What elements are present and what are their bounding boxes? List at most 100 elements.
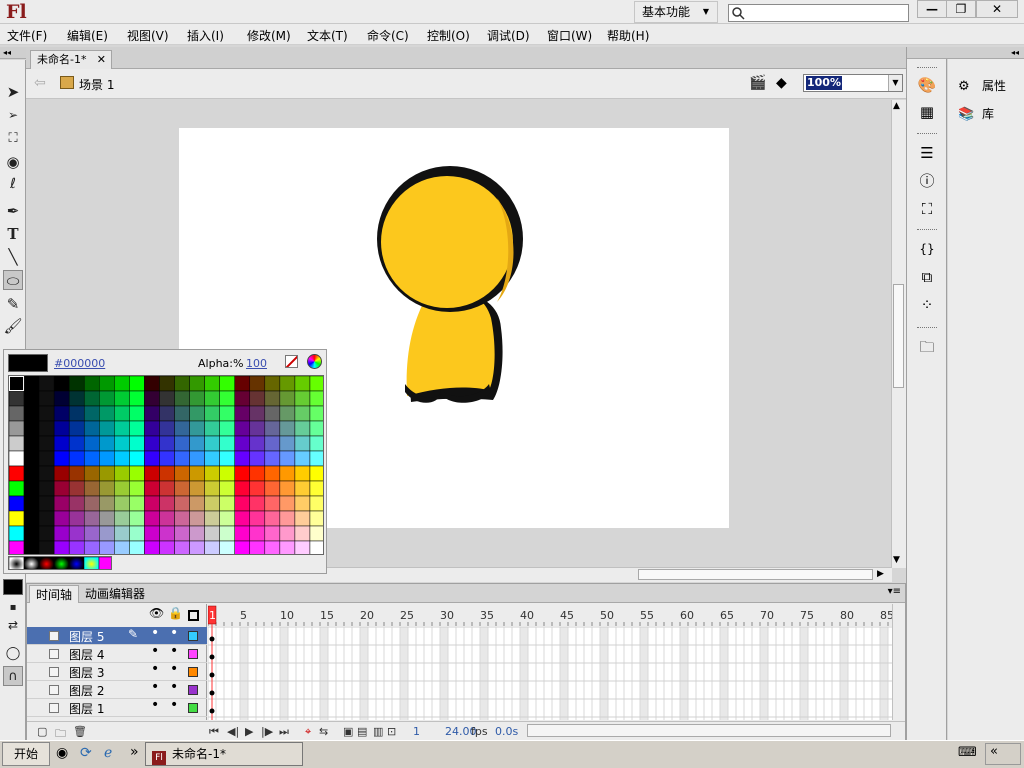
color-cell[interactable] — [159, 465, 175, 482]
color-cell[interactable] — [129, 376, 145, 392]
color-cell[interactable] — [264, 435, 281, 452]
layer-row[interactable]: 图层 4 • • — [27, 643, 207, 663]
color-cell[interactable] — [264, 405, 281, 422]
menu-debug[interactable]: 调试(D) — [487, 27, 530, 44]
color-cell[interactable] — [9, 435, 25, 452]
color-cell[interactable] — [114, 435, 130, 452]
color-cell[interactable] — [174, 465, 190, 482]
color-cell[interactable] — [204, 376, 220, 392]
color-cell[interactable] — [204, 435, 220, 452]
color-cell[interactable] — [38, 450, 55, 467]
color-cell[interactable] — [219, 405, 235, 422]
layer-name[interactable]: 图层 1 — [69, 700, 104, 717]
close-button[interactable]: ✕ — [976, 0, 1018, 18]
edit-symbols-icon[interactable]: ◆ — [776, 75, 787, 91]
color-cell[interactable] — [294, 405, 311, 422]
color-cell[interactable] — [309, 420, 324, 437]
timeline-tab[interactable]: 时间轴 — [29, 585, 80, 603]
color-cell[interactable] — [83, 376, 100, 392]
color-cell[interactable] — [219, 450, 235, 467]
swatches-panel-icon[interactable]: ▦ — [917, 102, 937, 122]
color-cell[interactable] — [309, 435, 324, 452]
color-cell[interactable] — [309, 450, 324, 467]
onion-outline-icon[interactable]: ▤ — [357, 725, 367, 738]
panel-grip[interactable] — [917, 327, 937, 330]
color-cell[interactable] — [249, 525, 266, 542]
color-cell[interactable] — [189, 405, 205, 422]
color-cell[interactable] — [279, 495, 296, 512]
color-cell[interactable] — [129, 510, 145, 527]
color-cell[interactable] — [159, 450, 175, 467]
layer-outline-color[interactable] — [188, 649, 198, 659]
project-panel-icon[interactable]: 🗀 — [917, 337, 937, 357]
toolbox-collapse[interactable]: ◂◂ — [0, 47, 26, 59]
color-cell[interactable] — [309, 390, 324, 407]
color-cell[interactable] — [114, 420, 130, 437]
color-cell[interactable] — [159, 480, 175, 497]
loop-icon[interactable]: ⇆ — [319, 725, 328, 738]
color-cell[interactable] — [38, 420, 55, 437]
color-cell[interactable] — [234, 510, 251, 527]
color-cell[interactable] — [294, 390, 311, 407]
color-cell[interactable] — [174, 376, 190, 392]
color-cell[interactable] — [159, 540, 175, 555]
color-cell[interactable] — [174, 450, 190, 467]
color-cell[interactable] — [189, 495, 205, 512]
color-cell[interactable] — [53, 420, 70, 437]
color-cell[interactable] — [294, 525, 311, 542]
color-cell[interactable] — [83, 435, 100, 452]
timeline-horizontal-scrollbar[interactable] — [527, 724, 891, 737]
color-cell[interactable] — [309, 480, 324, 497]
color-cell[interactable] — [83, 450, 100, 467]
color-cell[interactable] — [264, 390, 281, 407]
color-cell[interactable] — [174, 405, 190, 422]
show-hide-eye-icon[interactable]: 👁 — [149, 606, 164, 620]
motion-presets-icon[interactable]: ⁘ — [917, 295, 937, 315]
ie-icon[interactable]: ℯ — [104, 745, 112, 761]
color-cell[interactable] — [99, 525, 115, 542]
color-cell[interactable] — [99, 450, 115, 467]
brush-tool-icon[interactable]: 🖌 — [3, 316, 23, 336]
panel-grip[interactable] — [917, 67, 937, 70]
color-cell[interactable] — [249, 480, 266, 497]
color-cell[interactable] — [249, 540, 266, 555]
keyframe[interactable] — [209, 654, 215, 660]
subselection-tool-icon[interactable]: ➢ — [3, 105, 23, 125]
color-cell[interactable] — [234, 420, 251, 437]
color-cell[interactable] — [234, 435, 251, 452]
scroll-down-icon[interactable]: ▼ — [893, 555, 900, 565]
color-cell[interactable] — [53, 465, 70, 482]
color-cell[interactable] — [159, 376, 175, 392]
edit-scene-icon[interactable]: 🎬 — [749, 75, 766, 91]
color-cell[interactable] — [99, 540, 115, 555]
color-cell[interactable] — [23, 525, 40, 542]
color-cell[interactable] — [99, 435, 115, 452]
dock-collapse[interactable]: ◂◂ — [907, 47, 1024, 59]
color-cell[interactable] — [53, 435, 70, 452]
color-cell[interactable] — [23, 376, 40, 392]
color-cell[interactable] — [279, 420, 296, 437]
menu-insert[interactable]: 插入(I) — [187, 27, 224, 44]
color-cell[interactable] — [23, 390, 40, 407]
layer-visible-dot[interactable]: • — [151, 625, 159, 641]
color-cell[interactable] — [129, 450, 145, 467]
color-cell[interactable] — [114, 540, 130, 555]
color-cell[interactable] — [144, 540, 160, 555]
color-cell[interactable] — [309, 405, 324, 422]
layer-lock-dot[interactable]: • — [170, 661, 178, 677]
color-cell[interactable] — [234, 495, 251, 512]
color-cell[interactable] — [99, 420, 115, 437]
color-cell[interactable] — [129, 540, 145, 555]
color-cell[interactable] — [189, 450, 205, 467]
free-transform-tool-icon[interactable]: ⛶ — [3, 129, 23, 149]
color-grid[interactable] — [8, 375, 324, 555]
color-cell[interactable] — [204, 510, 220, 527]
color-cell[interactable] — [189, 480, 205, 497]
color-cell[interactable] — [204, 465, 220, 482]
color-cell[interactable] — [99, 465, 115, 482]
color-cell[interactable] — [83, 495, 100, 512]
color-cell[interactable] — [204, 420, 220, 437]
color-cell[interactable] — [309, 376, 324, 392]
minimize-button[interactable]: — — [917, 0, 947, 18]
color-cell[interactable] — [144, 435, 160, 452]
